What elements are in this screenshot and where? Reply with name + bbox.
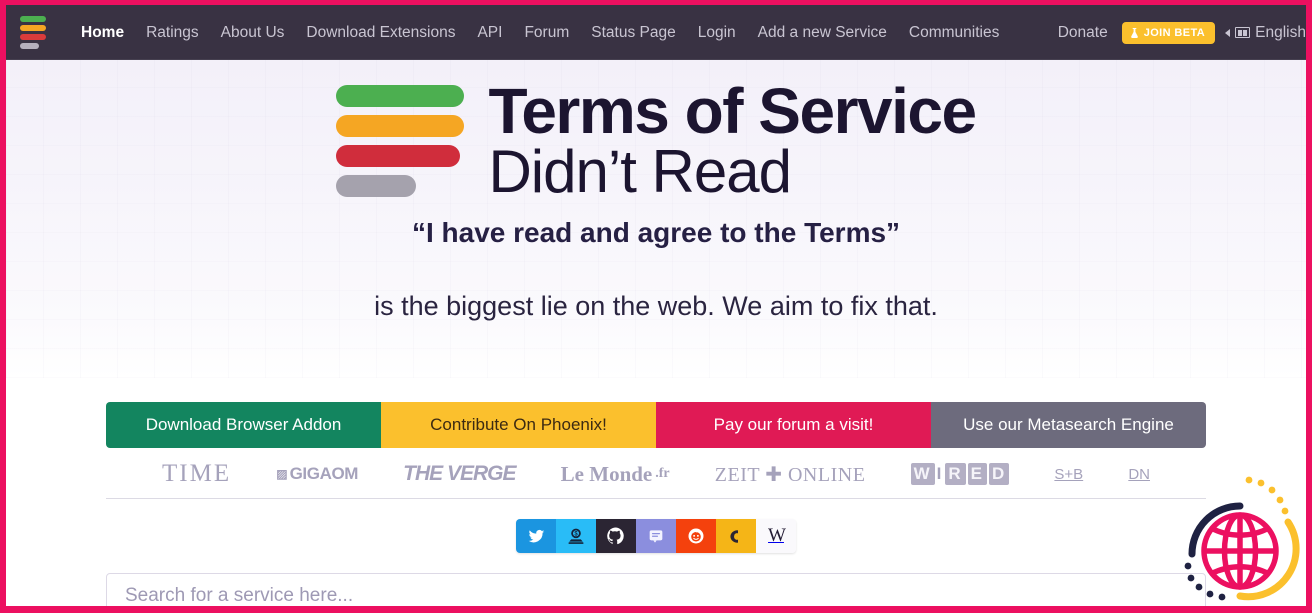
browser-viewport-frame: Home Ratings About Us Download Extension…: [0, 0, 1312, 613]
hero-section: Terms of Service Didn’t Read “I have rea…: [6, 60, 1306, 378]
social-link-reddit[interactable]: [676, 519, 716, 553]
social-link-discord[interactable]: [716, 519, 756, 553]
twitter-icon: [528, 529, 544, 542]
brand-bar-red: [20, 34, 46, 40]
social-icon-strip: $ W: [516, 519, 796, 553]
nav-item-forum[interactable]: Forum: [513, 5, 580, 60]
brand-logo-icon[interactable]: [20, 13, 54, 53]
join-beta-button[interactable]: JOIN BETA: [1121, 21, 1216, 44]
press-logo-the-verge: THE VERGE: [403, 462, 516, 485]
open-collective-icon: $: [568, 528, 584, 544]
hero-tagline: is the biggest lie on the web. We aim to…: [374, 291, 938, 322]
press-link-dn[interactable]: DN: [1128, 466, 1150, 483]
join-beta-label: JOIN BETA: [1143, 26, 1206, 39]
hero-logo-and-title: Terms of Service Didn’t Read: [6, 60, 1306, 205]
chevron-left-icon: [1225, 28, 1231, 37]
hero-logo-icon: [336, 84, 465, 197]
language-label: English: [1255, 23, 1306, 41]
nav-item-communities[interactable]: Communities: [898, 5, 1010, 60]
page-title-line-2: Didn’t Read: [488, 137, 792, 205]
hero-bar-gray: [336, 174, 417, 197]
nav-links: Home Ratings About Us Download Extension…: [70, 5, 1010, 60]
press-logo-time: TIME: [162, 460, 232, 487]
hero-bar-red: [336, 144, 461, 167]
donate-link[interactable]: Donate: [1044, 24, 1122, 42]
social-link-open-collective[interactable]: $: [556, 519, 596, 553]
language-selector[interactable]: English: [1215, 24, 1306, 42]
nav-item-api[interactable]: API: [466, 5, 513, 60]
download-browser-addon-button[interactable]: Download Browser Addon: [106, 402, 381, 448]
press-logo-zeit-online: ZEIT ✚ ONLINE: [714, 463, 866, 486]
reddit-icon: [688, 528, 704, 544]
nav-right-group: Donate JOIN BETA English: [1044, 21, 1306, 44]
social-links-row: $ W: [6, 519, 1306, 553]
brand-bar-gray: [20, 43, 39, 49]
metasearch-engine-button[interactable]: Use our Metasearch Engine: [931, 402, 1206, 448]
nav-item-login[interactable]: Login: [687, 5, 747, 60]
brand-bar-green: [20, 16, 46, 22]
contribute-on-phoenix-button[interactable]: Contribute On Phoenix!: [381, 402, 656, 448]
gigaom-mark-icon: ▨: [276, 467, 287, 481]
press-mentions-row: TIME ▨ GIGAOM THE VERGE Le Monde .fr ZEIT …: [106, 460, 1206, 499]
search-row-wrapper: [6, 573, 1306, 606]
press-logo-gigaom: ▨ GIGAOM: [276, 464, 359, 483]
cta-row-wrapper: Download Browser Addon Contribute On Pho…: [6, 378, 1306, 448]
flag-icon: [1235, 27, 1251, 38]
nav-item-download-extensions[interactable]: Download Extensions: [295, 5, 466, 60]
flask-icon: [1130, 27, 1138, 38]
page-root: Home Ratings About Us Download Extension…: [6, 5, 1306, 606]
nav-item-ratings[interactable]: Ratings: [135, 5, 210, 60]
nav-item-about-us[interactable]: About Us: [210, 5, 296, 60]
hero-bar-green: [336, 84, 465, 107]
search-box[interactable]: [106, 573, 1206, 606]
search-input[interactable]: [125, 585, 1187, 606]
press-logo-wired: WIRED: [910, 463, 1010, 485]
nav-item-home[interactable]: Home: [70, 5, 135, 60]
social-link-wikipedia[interactable]: W: [756, 519, 796, 553]
social-link-discourse[interactable]: [636, 519, 676, 553]
page-title-line-1: Terms of Service: [488, 75, 977, 147]
hero-bar-orange: [336, 114, 465, 137]
page-title: Terms of Service Didn’t Read: [488, 75, 977, 205]
press-link-s-plus-b[interactable]: S+B: [1054, 466, 1083, 483]
discourse-icon: [649, 530, 663, 543]
github-icon: [607, 527, 624, 545]
brand-bar-orange: [20, 25, 46, 31]
wikipedia-icon: W: [768, 525, 786, 546]
press-logo-le-monde: Le Monde .fr: [560, 461, 670, 486]
cta-button-group: Download Browser Addon Contribute On Pho…: [106, 402, 1206, 448]
nav-item-status-page[interactable]: Status Page: [580, 5, 686, 60]
social-link-twitter[interactable]: [516, 519, 556, 553]
social-link-github[interactable]: [596, 519, 636, 553]
hero-quote: “I have read and agree to the Terms”: [411, 217, 901, 249]
top-navigation-bar: Home Ratings About Us Download Extension…: [6, 5, 1306, 60]
visit-forum-button[interactable]: Pay our forum a visit!: [656, 402, 931, 448]
nav-item-add-a-new-service[interactable]: Add a new Service: [747, 5, 898, 60]
discord-icon: [729, 529, 740, 543]
